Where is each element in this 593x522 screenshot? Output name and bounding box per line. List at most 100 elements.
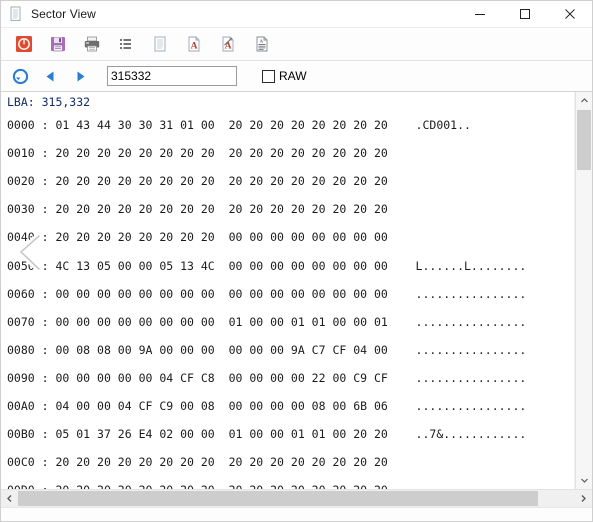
hex-row-bytes-right: 20 20 20 20 20 20 20 20 bbox=[228, 118, 388, 133]
raw-checkbox-wrapper[interactable]: RAW bbox=[262, 69, 307, 83]
hex-row-offset: 0030 bbox=[7, 202, 35, 217]
chevron-right-icon bbox=[581, 495, 586, 502]
red-power-icon bbox=[16, 36, 32, 52]
horizontal-scrollbar[interactable] bbox=[1, 489, 592, 507]
navigation-bar: RAW bbox=[1, 61, 592, 92]
save-button[interactable] bbox=[41, 30, 75, 58]
hex-row: 00A0 : 04 00 00 04 CF C9 00 08 00 00 00 … bbox=[7, 398, 527, 413]
hex-row-bytes-left: 00 00 00 00 00 04 CF C8 bbox=[55, 370, 215, 385]
triangle-right-icon bbox=[77, 71, 84, 81]
hex-row-offset: 0060 bbox=[7, 286, 35, 301]
minimize-icon bbox=[474, 14, 485, 15]
hex-row-bytes-right: 00 00 00 00 00 00 00 00 bbox=[228, 230, 388, 245]
vertical-scrollbar[interactable] bbox=[575, 92, 592, 489]
window-title: Sector View bbox=[31, 7, 96, 21]
hex-row-offset: 0050 bbox=[7, 258, 35, 273]
hex-row-bytes-left: 20 20 20 20 20 20 20 20 bbox=[55, 146, 215, 161]
sector-view-window: Sector View A A A 315332 RAW LBA: 315,33… bbox=[0, 0, 593, 522]
hex-rows: 0000 : 01 43 44 30 30 31 01 00 20 20 20 … bbox=[1, 116, 574, 489]
report-button[interactable]: A bbox=[245, 30, 279, 58]
maximize-icon bbox=[519, 9, 530, 19]
close-button[interactable] bbox=[547, 1, 592, 27]
hex-row-bytes-right: 00 00 00 00 08 00 6B 06 bbox=[228, 398, 388, 413]
hex-area-row: LBA: 315,332 0000 : 01 43 44 30 30 31 01… bbox=[1, 92, 592, 489]
hex-row-ascii: ................ bbox=[415, 314, 527, 329]
hex-row-bytes-left: 00 08 08 00 9A 00 00 00 bbox=[55, 342, 215, 357]
close-icon bbox=[564, 9, 575, 19]
hex-row: 0020 : 20 20 20 20 20 20 20 20 20 20 20 … bbox=[7, 174, 388, 189]
hex-row: 0000 : 01 43 44 30 30 31 01 00 20 20 20 … bbox=[7, 118, 471, 133]
new-document-button[interactable] bbox=[143, 30, 177, 58]
svg-text:A: A bbox=[191, 42, 198, 52]
hex-row-bytes-left: 04 00 00 04 CF C9 00 08 bbox=[55, 398, 215, 413]
hex-row: 0060 : 00 00 00 00 00 00 00 00 00 00 00 … bbox=[7, 286, 527, 301]
page-letter-a-icon: A bbox=[188, 36, 200, 52]
raw-label: RAW bbox=[279, 69, 307, 83]
list-view-button[interactable] bbox=[109, 30, 143, 58]
hex-row-bytes-right: 20 20 20 20 20 20 20 20 bbox=[228, 202, 388, 217]
scroll-right-button[interactable] bbox=[575, 490, 592, 507]
hex-row-bytes-right: 01 00 00 01 01 00 00 01 bbox=[228, 314, 388, 329]
hex-row-offset: 0070 bbox=[7, 314, 35, 329]
hex-row-offset: 0000 bbox=[7, 118, 35, 133]
raw-checkbox[interactable] bbox=[262, 69, 275, 83]
hex-row-bytes-left: 20 20 20 20 20 20 20 20 bbox=[55, 230, 215, 245]
chevron-left-icon bbox=[7, 495, 12, 502]
next-sector-button[interactable] bbox=[65, 63, 95, 89]
list-lines-icon bbox=[120, 39, 131, 49]
hex-row-offset: 0040 bbox=[7, 230, 35, 245]
floppy-save-icon bbox=[51, 37, 65, 52]
hex-row-offset: 00A0 bbox=[7, 398, 35, 413]
close-device-button[interactable] bbox=[7, 30, 41, 58]
hex-row: 0040 : 20 20 20 20 20 20 20 20 00 00 00 … bbox=[7, 230, 388, 245]
vertical-scroll-thumb[interactable] bbox=[577, 110, 591, 170]
hex-row: 0090 : 00 00 00 00 00 04 CF C8 00 00 00 … bbox=[7, 370, 527, 385]
status-bar bbox=[1, 507, 592, 521]
hex-row-ascii: ..7&............ bbox=[415, 427, 527, 442]
hex-row-bytes-left: 20 20 20 20 20 20 20 20 bbox=[55, 174, 215, 189]
chevron-up-icon bbox=[580, 98, 588, 103]
title-bar: Sector View bbox=[1, 1, 592, 27]
hex-row-bytes-right: 00 00 00 00 00 00 00 00 bbox=[228, 258, 388, 273]
hex-view-container: LBA: 315,332 0000 : 01 43 44 30 30 31 01… bbox=[1, 92, 592, 521]
scroll-down-button[interactable] bbox=[576, 472, 592, 489]
previous-sector-button[interactable] bbox=[35, 63, 65, 89]
hex-dump-pane[interactable]: LBA: 315,332 0000 : 01 43 44 30 30 31 01… bbox=[1, 92, 575, 489]
hex-row-ascii: ................ bbox=[415, 286, 527, 301]
hex-row-bytes-right: 20 20 20 20 20 20 20 20 bbox=[228, 455, 388, 470]
horizontal-scroll-thumb[interactable] bbox=[18, 491, 538, 506]
hex-row-bytes-left: 01 43 44 30 30 31 01 00 bbox=[55, 118, 215, 133]
hex-row-bytes-left: 00 00 00 00 00 00 00 00 bbox=[55, 286, 215, 301]
refresh-button[interactable] bbox=[5, 63, 35, 89]
page-letter-a-pen-icon: A bbox=[222, 36, 234, 52]
hex-row: 0050 : 4C 13 05 00 00 05 13 4C 00 00 00 … bbox=[7, 258, 527, 273]
lba-input[interactable] bbox=[107, 66, 237, 86]
hex-row: 00B0 : 05 01 37 26 E4 02 00 00 01 00 00 … bbox=[7, 427, 527, 442]
page-report-icon: A bbox=[256, 36, 268, 52]
hex-row: 0030 : 20 20 20 20 20 20 20 20 20 20 20 … bbox=[7, 202, 388, 217]
blank-page-icon bbox=[154, 36, 166, 52]
hex-row-bytes-left: 20 20 20 20 20 20 20 20 bbox=[55, 202, 215, 217]
hex-row-ascii: ................ bbox=[415, 398, 527, 413]
hex-row-bytes-right: 00 00 00 00 00 00 00 00 bbox=[228, 286, 388, 301]
horizontal-scroll-track[interactable] bbox=[18, 490, 575, 507]
refresh-circle-icon bbox=[12, 68, 28, 84]
text-a-alt-button[interactable]: A bbox=[211, 30, 245, 58]
hex-row-offset: 0090 bbox=[7, 370, 35, 385]
print-button[interactable] bbox=[75, 30, 109, 58]
main-toolbar: A A A bbox=[1, 27, 592, 61]
maximize-button[interactable] bbox=[502, 1, 547, 27]
hex-row-ascii: ................ bbox=[415, 342, 527, 357]
hex-row-bytes-right: 20 20 20 20 20 20 20 20 bbox=[228, 174, 388, 189]
text-a-button[interactable]: A bbox=[177, 30, 211, 58]
scroll-up-button[interactable] bbox=[576, 92, 592, 109]
scroll-left-button[interactable] bbox=[1, 490, 18, 507]
minimize-button[interactable] bbox=[457, 1, 502, 27]
hex-row-bytes-left: 4C 13 05 00 00 05 13 4C bbox=[55, 258, 215, 273]
hex-row-bytes-left: 00 00 00 00 00 00 00 00 bbox=[55, 314, 215, 329]
chevron-down-icon bbox=[580, 478, 588, 483]
hex-row-offset: 00C0 bbox=[7, 455, 35, 470]
window-controls bbox=[457, 1, 592, 27]
hex-row-bytes-left: 20 20 20 20 20 20 20 20 bbox=[55, 455, 215, 470]
hex-row-ascii: ................ bbox=[415, 370, 527, 385]
